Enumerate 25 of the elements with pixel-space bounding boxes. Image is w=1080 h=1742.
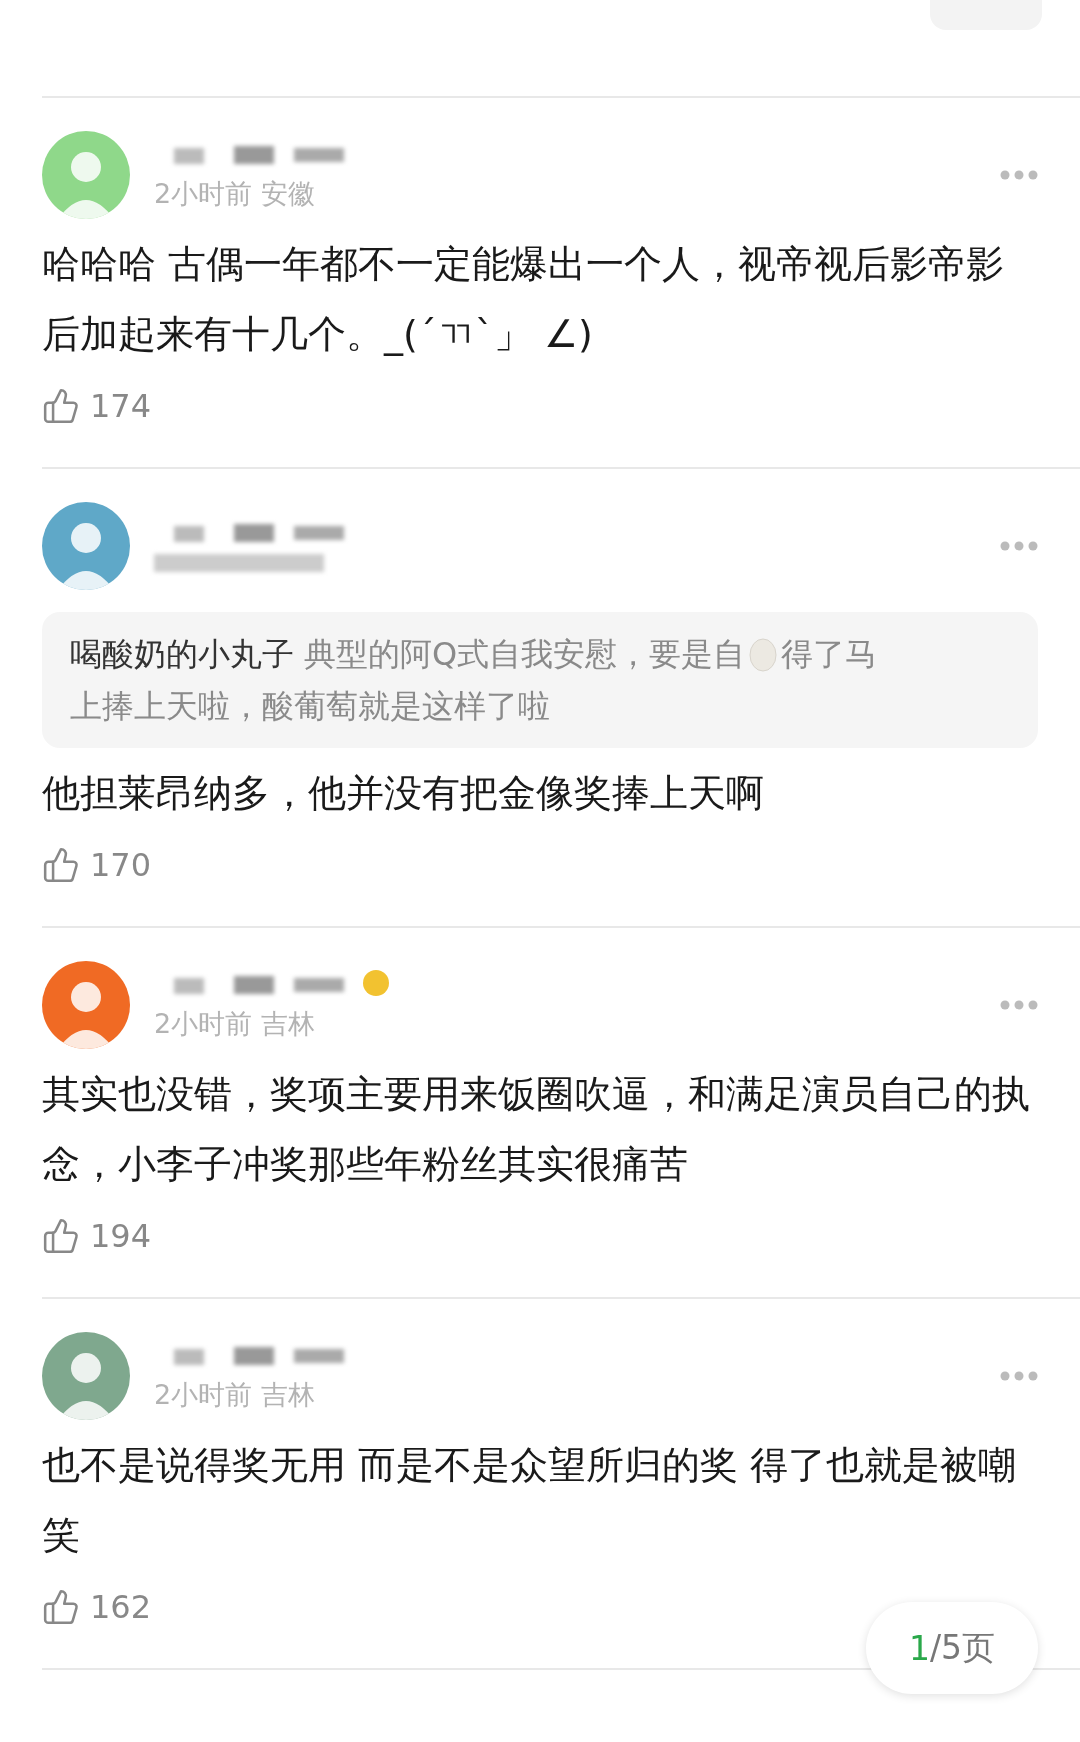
like-icon[interactable]: [42, 1217, 80, 1255]
more-icon[interactable]: [1000, 541, 1038, 551]
more-icon[interactable]: [1000, 1371, 1038, 1381]
like-icon[interactable]: [42, 1588, 80, 1626]
more-icon[interactable]: [1000, 1000, 1038, 1010]
like-icon[interactable]: [42, 387, 80, 425]
comment-meta: 2小时前 吉林: [154, 1378, 316, 1412]
more-icon[interactable]: [1000, 170, 1038, 180]
comment-meta: 2小时前 吉林: [154, 1007, 316, 1041]
like-count: 194: [90, 1217, 152, 1255]
like-count: 162: [90, 1588, 152, 1626]
reply-author[interactable]: 喝酸奶的小丸子: [70, 628, 294, 680]
like-count: 170: [90, 846, 152, 884]
comment-text: 他担莱昂纳多，他并没有把金像奖捧上天啊: [42, 770, 765, 817]
like-icon[interactable]: [42, 846, 80, 884]
reply-text: 典型的阿Q式自我安慰，要是自: [304, 634, 746, 675]
reply-text: 上捧上天啦，酸葡萄就是这样了啦: [70, 686, 550, 727]
comment-text: 其实也没错，奖项主要用来饭圈吹逼，和满足演员自己的执念，小李子冲奖那些年粉丝其实很痛苦: [42, 1071, 1031, 1188]
comment-meta: 2小时前 安徽: [154, 177, 316, 211]
comment-text: 哈哈哈 古偶一年都不一定能爆出一个人，视帝视后影帝影后加起来有十几个。_(´ㄲ`」 ∠): [42, 241, 1006, 358]
page-indicator[interactable]: 1/5页: [866, 1602, 1038, 1694]
egg-icon: [749, 636, 778, 672]
comment-text: 也不是说得奖无用 而是不是众望所归的奖 得了也就是被嘲笑: [42, 1442, 1018, 1559]
like-count: 174: [90, 387, 152, 425]
reply-text: 得了马: [781, 634, 878, 675]
